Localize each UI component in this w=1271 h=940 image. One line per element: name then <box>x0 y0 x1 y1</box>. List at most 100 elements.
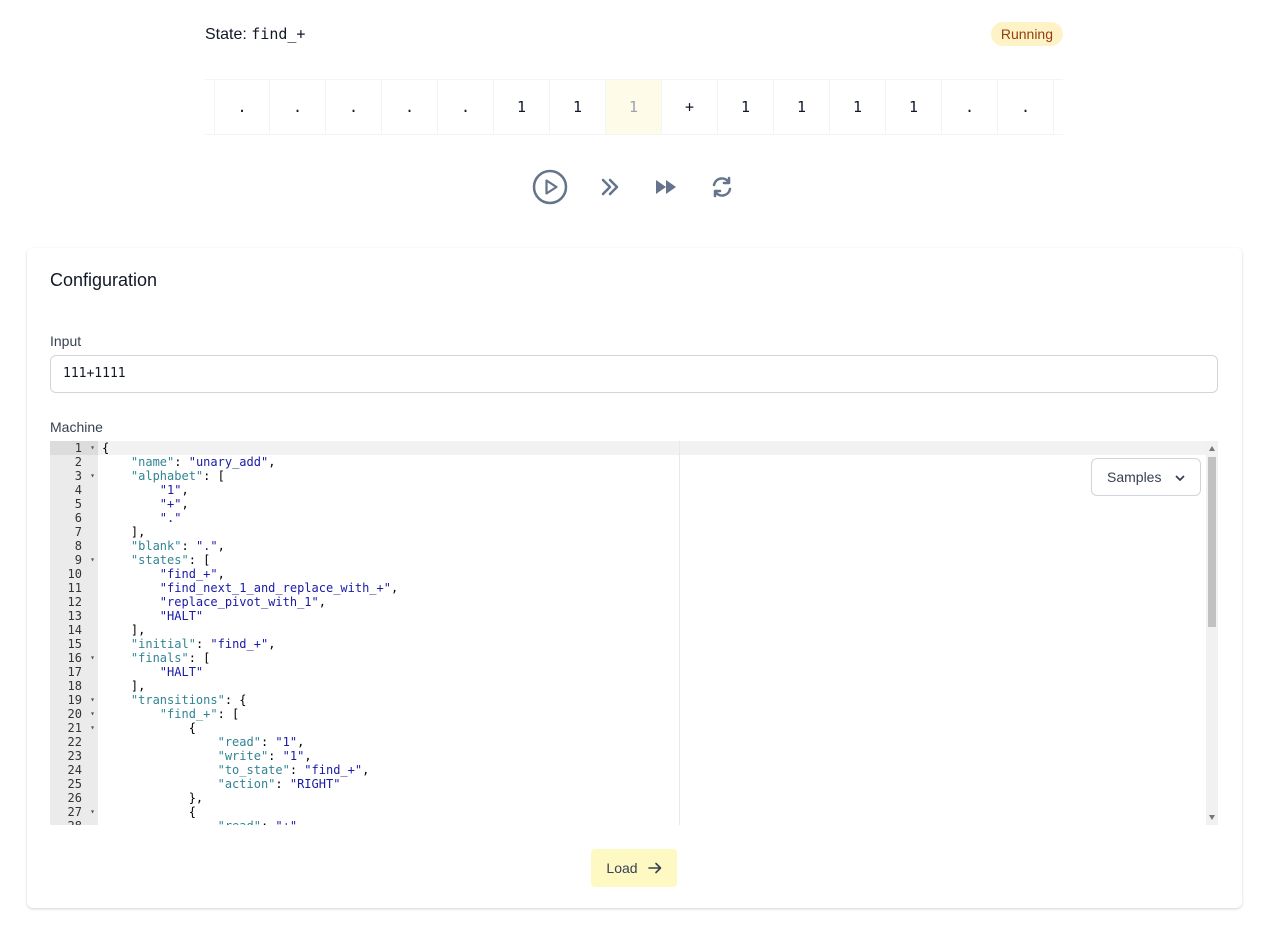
line-number: 3 ▾ <box>74 469 95 483</box>
code-line: "1", <box>159 483 189 497</box>
code-line: "name": "unary_add", <box>130 455 276 469</box>
code-line: "replace_pivot_with_1", <box>159 595 326 609</box>
line-number: 7 <box>74 525 82 539</box>
line-number: 21 ▾ <box>67 721 95 735</box>
code-line: "to_state": "find_+", <box>217 763 370 777</box>
samples-label: Samples <box>1107 469 1162 485</box>
tape-cell: 1 <box>830 80 886 134</box>
machine-editor[interactable]: 1 ▾ 2 3 ▾ 4 5 6 7 8 9 ▾ 10 11 12 13 14 15 16 ▾ 17 18 19 ▾ 20 ▾ 21 ▾… <box>50 441 1218 825</box>
tape: ..... 1 1 1 +1 1 1 1.. <box>205 79 1063 135</box>
input-label: Input <box>50 333 82 349</box>
fold-arrow-icon[interactable]: ▾ <box>90 469 95 483</box>
samples-dropdown[interactable]: Samples <box>1091 458 1201 496</box>
machine-label: Machine <box>50 419 103 435</box>
code-line: { <box>102 805 196 819</box>
line-number: 4 <box>74 483 82 497</box>
code-line: "HALT" <box>159 609 204 623</box>
configuration-card: Configuration Input 111+1111 Machine 1 ▾ 2… <box>27 248 1242 908</box>
code-line: ], <box>102 623 146 637</box>
code-line: }, <box>102 791 204 805</box>
tape-cell: . <box>270 80 326 134</box>
code-line: { <box>98 441 1206 455</box>
tape-cells: ..... 1 1 1 +1 1 1 1.. <box>214 80 1054 134</box>
fold-arrow-icon[interactable]: ▾ <box>90 805 95 819</box>
fold-arrow-icon[interactable]: ▾ <box>90 707 95 721</box>
refresh-icon <box>712 176 732 198</box>
editor-scrollbar[interactable] <box>1206 441 1218 825</box>
line-number: 6 <box>74 511 82 525</box>
line-number: 17 <box>67 665 82 679</box>
line-number: 5 <box>74 497 82 511</box>
state-label: State: find_+ <box>205 25 306 43</box>
fast-forward-icon <box>656 180 676 194</box>
tape-cell: . <box>942 80 998 134</box>
line-number: 8 <box>74 539 82 553</box>
line-number: 1 ▾ <box>50 441 98 455</box>
code-line: "find_next_1_and_replace_with_+", <box>159 581 399 595</box>
input-field[interactable]: 111+1111 <box>50 355 1218 393</box>
print-margin <box>679 441 680 825</box>
code-line: { <box>102 721 196 735</box>
line-number: 13 <box>67 609 82 623</box>
reset-button[interactable] <box>704 169 740 205</box>
scroll-thumb[interactable] <box>1208 457 1216 627</box>
line-number: 19 ▾ <box>67 693 95 707</box>
tape-cell: . <box>438 80 494 134</box>
status-badge: Running <box>990 22 1063 46</box>
code-line: "alphabet": [ <box>130 469 225 483</box>
tape-cell: 1 <box>494 80 550 134</box>
state-value: find_+ <box>251 25 306 43</box>
scroll-up-arrow-icon[interactable] <box>1209 446 1215 451</box>
line-number: 11 <box>67 581 82 595</box>
line-number: 9 ▾ <box>74 553 95 567</box>
line-number: 24 <box>67 763 82 777</box>
code-line: "action": "RIGHT" <box>217 777 341 791</box>
code-line: "HALT" <box>159 665 204 679</box>
fold-arrow-icon[interactable]: ▾ <box>90 651 95 665</box>
line-number: 28 <box>50 819 98 825</box>
code-line: "read": "+", <box>98 819 1206 825</box>
fold-arrow-icon[interactable]: ▾ <box>90 693 95 707</box>
code-line: "finals": [ <box>130 651 211 665</box>
load-label: Load <box>606 860 638 876</box>
code-line: "+", <box>159 497 189 511</box>
code-line: ], <box>102 525 146 539</box>
tape-cell: 1 <box>886 80 942 134</box>
tape-head-cell: 1 <box>606 80 662 134</box>
line-number: 27 ▾ <box>67 805 95 819</box>
step-button[interactable] <box>592 169 628 205</box>
state-row: State: find_+ Running <box>205 22 1063 46</box>
line-number: 25 <box>67 777 82 791</box>
tape-cell: 1 <box>774 80 830 134</box>
code-line: "transitions": { <box>130 693 247 707</box>
fold-arrow-icon[interactable]: ▾ <box>90 721 95 735</box>
code-line: "find_+", <box>159 567 225 581</box>
code-line: "." <box>159 511 182 525</box>
scroll-down-arrow-icon[interactable] <box>1209 815 1215 820</box>
tape-cell: . <box>214 80 270 134</box>
code-line: "read": "1", <box>217 735 305 749</box>
editor-gutter: 1 ▾ 2 3 ▾ 4 5 6 7 8 9 ▾ 10 11 12 13 14 15 16 ▾ 17 18 19 ▾ 20 ▾ 21 ▾… <box>50 441 98 825</box>
controls <box>532 169 742 205</box>
line-number: 10 <box>67 567 82 581</box>
tape-cell: . <box>382 80 438 134</box>
load-button[interactable]: Load <box>591 849 677 887</box>
line-number: 23 <box>67 749 82 763</box>
configuration-title: Configuration <box>50 270 158 290</box>
fold-arrow-icon[interactable]: ▾ <box>90 441 95 455</box>
code-line: "blank": ".", <box>130 539 225 553</box>
editor-code[interactable]: { "name": "unary_add", "alphabet": [ "1"… <box>98 441 1206 825</box>
line-number: 15 <box>67 637 82 651</box>
chevron-down-icon <box>1175 475 1185 481</box>
line-number: 16 ▾ <box>67 651 95 665</box>
fold-arrow-icon[interactable]: ▾ <box>90 553 95 567</box>
line-number: 26 <box>67 791 82 805</box>
tape-cell: + <box>662 80 718 134</box>
fast-forward-button[interactable] <box>648 169 684 205</box>
line-number: 20 ▾ <box>67 707 95 721</box>
code-line: ], <box>102 679 146 693</box>
line-number: 2 <box>74 455 82 469</box>
play-circle-icon <box>532 169 568 205</box>
play-button[interactable] <box>532 169 568 205</box>
tape-cell: . <box>998 80 1054 134</box>
